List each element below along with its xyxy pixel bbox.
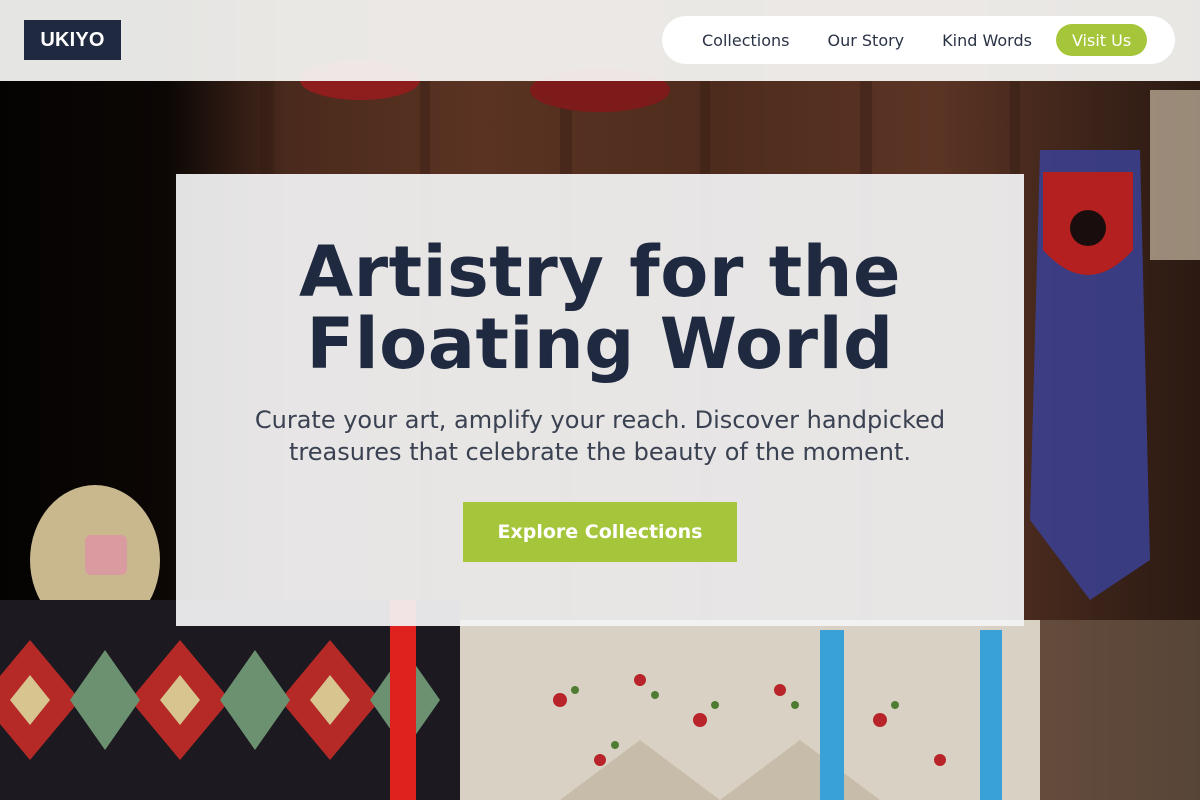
nav-link-kind-words[interactable]: Kind Words [924,25,1052,56]
site-header: UKIYO Collections Our Story Kind Words V… [0,0,1200,81]
hero-title-line-1: Artistry for the [298,231,901,313]
brand-logo[interactable]: UKIYO [24,20,121,60]
hero-title-line-2: Floating World [306,303,894,385]
hero-card: Artistry for the Floating World Curate y… [176,174,1024,626]
hero-subtitle-line-2: treasures that celebrate the beauty of t… [289,438,911,466]
hero-subtitle: Curate your art, amplify your reach. Dis… [236,404,964,468]
nav-link-our-story[interactable]: Our Story [809,25,924,56]
main-navigation: Collections Our Story Kind Words Visit U… [662,16,1175,64]
visit-us-button[interactable]: Visit Us [1055,24,1148,56]
explore-collections-button[interactable]: Explore Collections [463,502,737,562]
nav-link-collections[interactable]: Collections [684,25,809,56]
hero-title: Artistry for the Floating World [176,236,1024,380]
hero-subtitle-line-1: Curate your art, amplify your reach. Dis… [254,406,946,434]
